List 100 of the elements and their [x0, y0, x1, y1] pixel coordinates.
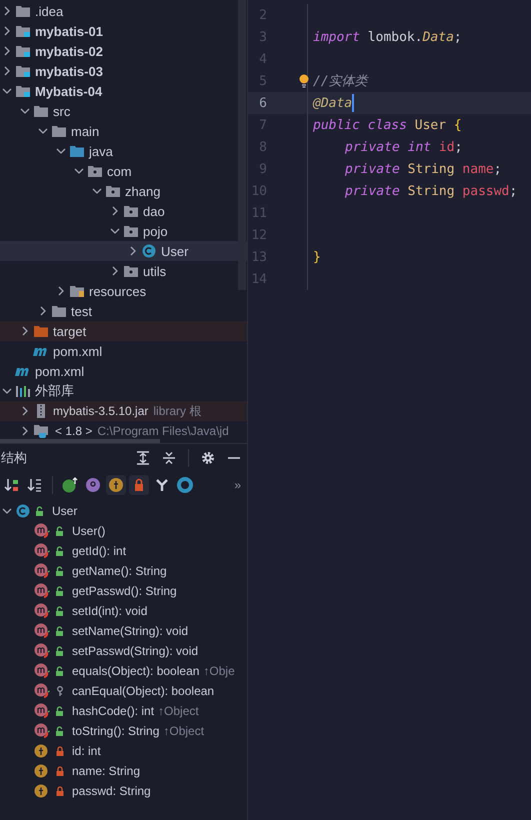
structure-item[interactable]: getPasswd(): String	[0, 581, 247, 601]
tree-item[interactable]: 外部库	[0, 381, 247, 401]
toolbar-toggle[interactable]	[175, 475, 195, 495]
sort-visibility-icon	[4, 477, 20, 493]
toolbar-toggle[interactable]	[60, 475, 80, 495]
item-label: name: String	[72, 764, 140, 778]
chevron-down-icon[interactable]	[20, 106, 30, 116]
item-label: .idea	[35, 4, 64, 18]
method-icon	[34, 563, 50, 579]
scrollbar[interactable]	[0, 439, 160, 443]
chevron-right-icon[interactable]	[38, 306, 48, 316]
tree-item[interactable]: pom.xml	[0, 341, 247, 361]
tree-item[interactable]: src	[0, 101, 247, 121]
item-label: id: int	[72, 744, 101, 758]
item-label: pojo	[143, 224, 168, 238]
method-icon	[34, 623, 50, 639]
structure-item[interactable]: setPasswd(String): void	[0, 641, 247, 661]
tree-item[interactable]: test	[0, 301, 247, 321]
item-label: dao	[143, 204, 165, 218]
chevron-down-icon[interactable]	[2, 506, 12, 516]
toolbar-toggle[interactable]	[129, 475, 149, 495]
item-label: mybatis-01	[35, 24, 103, 38]
structure-item[interactable]: hashCode(): int ↑Object	[0, 701, 247, 721]
tree-item[interactable]: zhang	[0, 181, 247, 201]
collapse-all-icon[interactable]	[162, 451, 176, 465]
chevron-down-icon[interactable]	[74, 166, 84, 176]
tree-item[interactable]: mybatis-02	[0, 41, 247, 61]
sort-alpha-icon	[27, 477, 43, 493]
chevron-right-icon[interactable]	[56, 286, 66, 296]
package-icon	[88, 165, 102, 177]
item-label: setPasswd(String): void	[72, 644, 198, 658]
structure-item[interactable]: setName(String): void	[0, 621, 247, 641]
item-label: User	[52, 504, 78, 518]
structure-item[interactable]: name: String	[0, 761, 247, 781]
chevron-right-icon[interactable]	[20, 406, 30, 416]
settings-icon[interactable]	[201, 451, 215, 465]
tree-item[interactable]: main	[0, 121, 247, 141]
folder-icon	[52, 305, 66, 317]
chevron-down-icon[interactable]	[2, 386, 12, 396]
chevron-down-icon[interactable]	[110, 226, 120, 236]
chevron-down-icon[interactable]	[92, 186, 102, 196]
tree-item[interactable]: mybatis-3.5.10.jar library 根	[0, 401, 247, 421]
chevron-down-icon[interactable]	[56, 146, 66, 156]
chevron-right-icon[interactable]	[110, 206, 120, 216]
more-button[interactable]: »	[234, 478, 245, 492]
tree-item[interactable]: mybatis-01	[0, 21, 247, 41]
fields-icon	[108, 477, 124, 493]
tree-item[interactable]: Mybatis-04	[0, 81, 247, 101]
tree-item[interactable]: pojo	[0, 221, 247, 241]
chevron-right-icon[interactable]	[2, 66, 12, 76]
structure-item[interactable]: passwd: String	[0, 781, 247, 801]
tree-item[interactable]: java	[0, 141, 247, 161]
line-number: 6	[258, 96, 267, 110]
unlocked-icon	[55, 586, 65, 596]
structure-item[interactable]: id: int	[0, 741, 247, 761]
tree-item[interactable]: dao	[0, 201, 247, 221]
method-icon	[34, 663, 50, 679]
code-text: private String passwd;	[345, 184, 518, 198]
chevron-right-icon[interactable]	[20, 326, 30, 336]
structure-item[interactable]: getName(): String	[0, 561, 247, 581]
chevron-right-icon[interactable]	[110, 266, 120, 276]
expand-all-icon[interactable]	[136, 451, 150, 465]
structure-item[interactable]: canEqual(Object): boolean	[0, 681, 247, 701]
chevron-down-icon[interactable]	[2, 86, 12, 96]
structure-item[interactable]: User()	[0, 521, 247, 541]
tree-item[interactable]: utils	[0, 261, 247, 281]
structure-item[interactable]: setId(int): void	[0, 601, 247, 621]
chevron-right-icon[interactable]	[128, 246, 138, 256]
chevron-right-icon[interactable]	[2, 6, 12, 16]
structure-item[interactable]: getId(): int	[0, 541, 247, 561]
item-label: mybatis-03	[35, 64, 103, 78]
unlocked-icon	[55, 646, 65, 656]
structure-item[interactable]: equals(Object): boolean ↑Obje	[0, 661, 247, 681]
jar-icon	[34, 404, 48, 418]
tree-item[interactable]: target	[0, 321, 247, 341]
chevron-right-icon[interactable]	[2, 26, 12, 36]
chevron-right-icon[interactable]	[2, 46, 12, 56]
tree-item[interactable]: < 1.8 > C:\Program Files\Java\jd	[0, 421, 247, 441]
tree-item[interactable]: User	[0, 241, 247, 261]
lightbulb-icon[interactable]	[299, 74, 309, 88]
structure-item[interactable]: User	[0, 501, 247, 521]
tree-item[interactable]: pom.xml	[0, 361, 247, 381]
folder-icon	[16, 5, 30, 17]
package-icon	[106, 185, 120, 197]
tree-item[interactable]: mybatis-03	[0, 61, 247, 81]
toolbar-toggle[interactable]	[83, 475, 103, 495]
tree-item[interactable]: .idea	[0, 1, 247, 21]
tree-item[interactable]: resources	[0, 281, 247, 301]
item-label: test	[71, 304, 92, 318]
code-text: private int id;	[345, 140, 462, 154]
folder-icon	[52, 125, 66, 137]
toolbar-toggle[interactable]	[106, 475, 126, 495]
structure-item[interactable]: toString(): String ↑Object	[0, 721, 247, 741]
item-label: target	[53, 324, 86, 338]
item-label: src	[53, 104, 70, 118]
unlocked-icon	[55, 526, 65, 536]
chevron-right-icon[interactable]	[20, 426, 30, 436]
item-label: User()	[72, 524, 106, 538]
tree-item[interactable]: com	[0, 161, 247, 181]
chevron-down-icon[interactable]	[38, 126, 48, 136]
